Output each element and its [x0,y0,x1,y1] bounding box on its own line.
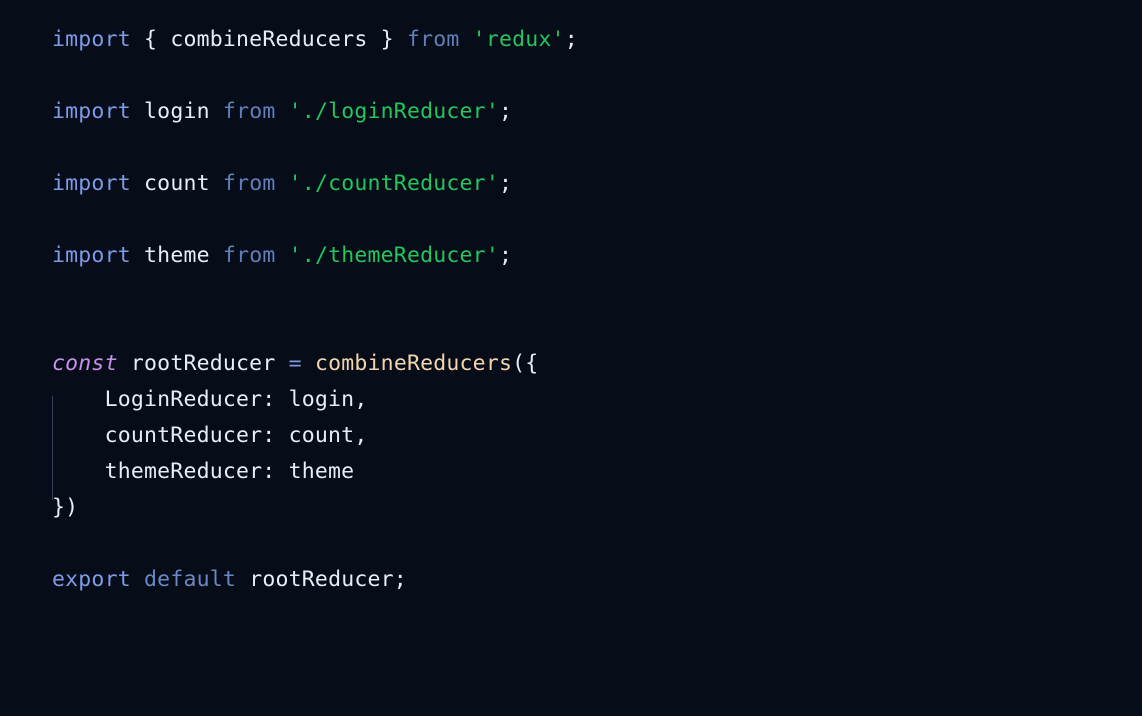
code-token: ; [393,567,407,592]
code-line[interactable]: import login from './loginReducer'; [52,94,1142,130]
code-token: theme [144,243,210,268]
code-token: import [52,27,131,52]
code-token: ; [498,243,513,268]
code-line[interactable] [52,310,1142,346]
code-line[interactable] [52,274,1142,310]
code-lines[interactable]: import { combineReducers } from 'redux';… [52,22,1142,598]
code-line[interactable]: }) [52,490,1142,526]
code-token: count [144,171,210,196]
code-token: login [144,99,210,124]
code-line[interactable] [52,202,1142,238]
code-token: ; [564,27,578,52]
code-token: rootReducer [130,351,276,376]
code-line[interactable]: import { combineReducers } from 'redux'; [52,22,1142,58]
code-line[interactable]: countReducer: count, [52,418,1142,454]
code-line[interactable]: LoginReducer: login, [52,382,1142,418]
code-line[interactable] [52,58,1142,94]
indent-guide [52,396,53,500]
code-token: export [52,567,131,592]
code-token: }) [52,495,79,520]
code-line[interactable] [52,130,1142,166]
code-token: import [52,171,131,196]
code-token: './themeReducer' [288,243,499,268]
code-token: './loginReducer' [288,99,499,124]
code-token: themeReducer: theme [52,459,355,484]
code-line[interactable]: import count from './countReducer'; [52,166,1142,202]
code-token: default [144,567,237,592]
code-line[interactable]: const rootReducer = combineReducers({ [52,346,1142,382]
code-token: ; [498,99,513,124]
code-token: const [52,351,118,376]
code-token: import [52,99,131,124]
code-token: combineReducers [314,351,513,376]
code-token: ; [498,171,513,196]
code-token: import [52,243,131,268]
code-token: from [406,27,460,52]
code-token: ({ [512,351,539,376]
code-token: LoginReducer: login, [52,387,368,412]
code-content[interactable]: import { combineReducers } from 'redux';… [0,22,1142,598]
code-line[interactable]: themeReducer: theme [52,454,1142,490]
code-token: from [222,99,276,124]
code-token: 'redux' [472,27,565,52]
code-token: countReducer: count, [52,423,368,448]
code-line[interactable]: import theme from './themeReducer'; [52,238,1142,274]
code-token: from [222,243,276,268]
code-editor[interactable]: import { combineReducers } from 'redux';… [0,0,1142,716]
code-token: = [288,351,302,376]
code-token: from [222,171,276,196]
code-line[interactable] [52,526,1142,562]
code-token: rootReducer [249,567,394,592]
code-token: { combineReducers } [144,27,394,52]
code-token: './countReducer' [288,171,499,196]
code-line[interactable]: export default rootReducer; [52,562,1142,598]
